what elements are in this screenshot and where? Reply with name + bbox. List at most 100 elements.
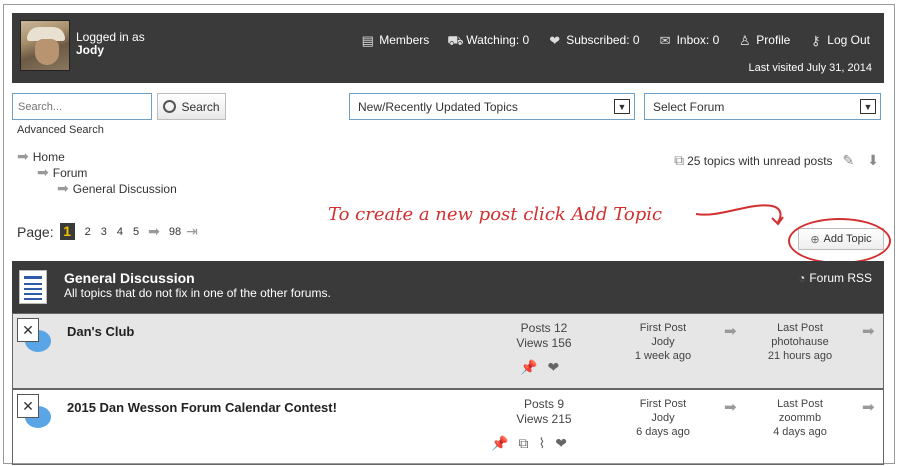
nav-members-label: Members: [379, 33, 430, 47]
topic-icon: ✕: [15, 316, 53, 358]
heart-icon[interactable]: ❤: [547, 359, 559, 376]
nav-watching-label: Watching: 0: [466, 33, 530, 47]
page-link[interactable]: 3: [101, 226, 107, 238]
first-post-user[interactable]: Jody: [623, 335, 703, 349]
forum-rss-link[interactable]: ◔ Forum RSS: [798, 271, 872, 285]
topic-first-post: First Post Jody 1 week ago: [623, 321, 703, 363]
user-header: Logged in as Jody ▤ Members ⛟ Watching: 0 …: [12, 13, 884, 83]
topic-icon: ✕: [15, 392, 53, 434]
forum-select[interactable]: Select Forum ▼: [644, 93, 881, 120]
chevron-down-icon: ▼: [860, 99, 876, 114]
go-last-post-icon[interactable]: ➡: [862, 322, 875, 340]
breadcrumb-current: ➡ General Discussion: [57, 180, 177, 197]
nav-subscribed[interactable]: ❤ Subscribed: 0: [547, 33, 639, 47]
go-first-post-icon[interactable]: ➡: [724, 398, 737, 416]
members-icon: ▤: [361, 32, 374, 48]
breadcrumb-home-label: Home: [32, 149, 65, 164]
first-post-label: First Post: [639, 322, 687, 334]
nav-profile-label: Profile: [756, 33, 791, 47]
topic-stats: Posts 9 Views 215: [499, 397, 589, 427]
mark-read-icon[interactable]: ✎: [843, 152, 855, 169]
topic-title[interactable]: Dan's Club: [67, 324, 134, 339]
forum-title: General Discussion: [64, 270, 195, 286]
arrow-right-icon: ➡: [37, 164, 49, 180]
first-post-time: 1 week ago: [634, 350, 692, 362]
go-last-post-icon[interactable]: ➡: [862, 398, 875, 416]
heart-icon[interactable]: ❤: [555, 435, 567, 452]
last-visited: Last visited July 31, 2014: [748, 62, 872, 74]
login-info: Logged in as Jody: [76, 31, 145, 57]
nav-subscribed-label: Subscribed: 0: [566, 33, 640, 47]
chevron-down-icon: ▼: [614, 99, 630, 114]
rss-icon: ◔: [798, 271, 806, 285]
page-link[interactable]: 4: [117, 226, 123, 238]
heart-icon: ❤: [549, 32, 561, 48]
first-post-label: First Post: [639, 398, 687, 410]
search-icon: [163, 100, 177, 113]
last-post-label: Last Post: [777, 322, 823, 334]
topic-last-post: Last Post zoommb 4 days ago: [756, 397, 844, 439]
topic-first-post: First Post Jody 6 days ago: [623, 397, 703, 439]
topic-row[interactable]: ✕ 2015 Dan Wesson Forum Calendar Contest…: [12, 389, 884, 465]
breadcrumb-home[interactable]: ➡ Home: [17, 148, 65, 165]
topic-title[interactable]: 2015 Dan Wesson Forum Calendar Contest!: [67, 400, 337, 415]
arrow-right-icon: ➡: [17, 148, 29, 164]
last-post-time: 21 hours ago: [767, 350, 833, 362]
first-post-user[interactable]: Jody: [623, 411, 703, 425]
pin-icon[interactable]: 📌: [520, 359, 537, 376]
breadcrumb-forum[interactable]: ➡ Forum: [37, 164, 87, 181]
pagination: Page: 1 2 3 4 5 ➡ 98 ⇥: [17, 223, 202, 240]
search-button-label: Search: [181, 99, 220, 114]
nav-watching[interactable]: ⛟ Watching: 0: [447, 33, 529, 47]
breadcrumb-forum-label: Forum: [52, 165, 88, 180]
nav-logout-label: Log Out: [827, 33, 870, 47]
unread-topics[interactable]: ⧉ 25 topics with unread posts ✎ ⬇: [671, 152, 882, 169]
annotation-arrow: [695, 204, 784, 226]
forum-select-value: Select Forum: [653, 100, 725, 114]
last-post-time: 4 days ago: [773, 426, 827, 438]
page-link-last[interactable]: 98: [169, 226, 181, 238]
forum-document-icon: [19, 270, 47, 304]
unread-icon: ⧉: [674, 152, 685, 168]
last-post-user[interactable]: photohause: [756, 335, 844, 349]
watching-icon: ⛟: [447, 32, 464, 48]
breadcrumb-current-label: General Discussion: [72, 181, 177, 196]
advanced-search-link[interactable]: Advanced Search: [17, 124, 104, 136]
nav-inbox[interactable]: ✉ Inbox: 0: [658, 33, 720, 47]
paperclip-icon[interactable]: ⌇: [538, 435, 545, 452]
forum-description: All topics that do not fix in one of the…: [64, 286, 331, 300]
page-link[interactable]: 5: [133, 226, 139, 238]
page-link[interactable]: 2: [85, 226, 91, 238]
page-label: Page:: [17, 223, 54, 240]
search-input[interactable]: [12, 93, 152, 120]
username: Jody: [76, 43, 105, 57]
key-icon: ⚷: [811, 32, 821, 48]
next-page-icon[interactable]: ➡: [148, 223, 160, 240]
arrow-down-icon[interactable]: ⬇: [867, 152, 879, 169]
topic-views: Views 215: [516, 412, 572, 426]
topic-row[interactable]: ✕ Dan's Club Posts 12 Views 156 First Pos…: [12, 313, 884, 389]
topic-actions: 📌 ⧉ ⌇ ❤: [491, 435, 567, 452]
topic-posts: Posts 9: [523, 397, 565, 411]
nav-profile[interactable]: ♙ Profile: [737, 33, 790, 47]
page-current: 1: [59, 223, 75, 240]
nav-logout[interactable]: ⚷ Log Out: [808, 33, 870, 47]
user-nav: ▤ Members ⛟ Watching: 0 ❤ Subscribed: 0 ✉ In…: [342, 33, 870, 47]
search-button[interactable]: Search: [157, 93, 226, 120]
profile-icon: ♙: [738, 32, 751, 48]
go-first-post-icon[interactable]: ➡: [724, 322, 737, 340]
last-post-user[interactable]: zoommb: [756, 411, 844, 425]
topics-filter-select[interactable]: New/Recently Updated Topics ▼: [349, 93, 635, 120]
annotation-circle: [788, 218, 891, 264]
copy-icon[interactable]: ⧉: [518, 435, 528, 452]
topic-posts: Posts 12: [520, 321, 568, 335]
last-post-label: Last Post: [777, 398, 823, 410]
forum-rss-label: Forum RSS: [809, 271, 872, 285]
arrow-right-icon: ➡: [57, 180, 69, 196]
topic-stats: Posts 12 Views 156: [499, 321, 589, 351]
nav-members[interactable]: ▤ Members: [360, 32, 430, 48]
topic-actions: 📌 ❤: [520, 359, 559, 376]
avatar[interactable]: [20, 20, 70, 71]
pin-icon[interactable]: 📌: [491, 435, 508, 452]
last-page-icon[interactable]: ⇥: [186, 223, 198, 240]
